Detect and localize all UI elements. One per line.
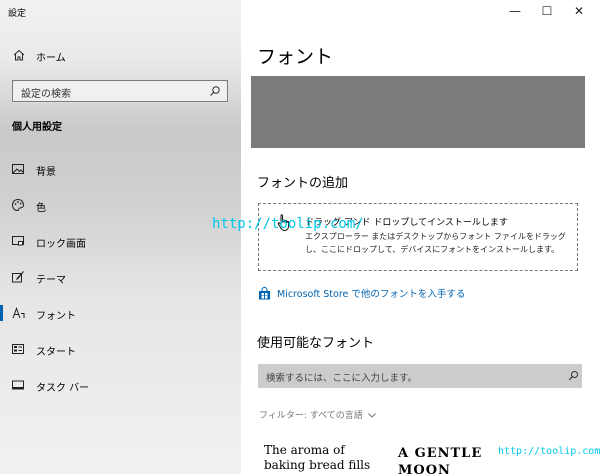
selection-indicator xyxy=(0,305,3,321)
start-menu-icon xyxy=(12,344,24,354)
sidebar-item-themes[interactable]: テーマ xyxy=(0,265,241,289)
main-content: — ☐ ✕ フォント フォントの追加 ドラッグ アンド ドロップしてインストール… xyxy=(241,0,600,474)
image-icon xyxy=(12,164,24,174)
font-search-placeholder: 検索するには、ここに入力します。 xyxy=(266,373,418,384)
close-button[interactable]: ✕ xyxy=(567,4,591,18)
add-fonts-heading: フォントの追加 xyxy=(257,176,349,191)
settings-search-input[interactable]: 設定の検索 xyxy=(11,79,229,103)
sidebar-item-label: 背景 xyxy=(36,167,56,178)
sidebar-item-label: スタート xyxy=(36,347,76,358)
store-link-label: Microsoft Store で他のフォントを入手する xyxy=(277,289,466,300)
font-sample-card[interactable]: A GENTLE MOON LULLS xyxy=(398,445,508,474)
section-title: 個人用設定 xyxy=(12,122,62,133)
available-fonts-heading: 使用可能なフォント xyxy=(257,336,375,351)
font-sample-card[interactable]: The aroma of baking bread fills the air xyxy=(264,443,384,474)
chevron-down-icon xyxy=(367,412,376,418)
sidebar-item-colors[interactable]: 色 xyxy=(0,193,241,217)
search-icon[interactable] xyxy=(209,85,221,97)
minimize-button[interactable]: — xyxy=(503,4,527,18)
microsoft-store-link[interactable]: Microsoft Store で他のフォントを入手する xyxy=(258,285,465,301)
store-bag-icon xyxy=(259,286,270,299)
drop-zone-description: エクスプローラー またはデスクトップからフォント ファイルをドラッグし、ここにド… xyxy=(305,232,566,254)
font-drop-zone[interactable]: ドラッグ アンド ドロップしてインストールします エクスプローラー またはデスク… xyxy=(258,203,578,271)
lock-screen-icon xyxy=(12,236,24,246)
sidebar: 設定 ホーム 設定の検索 個人用設定 背景 色 ロック画面 テーマ フォント ス… xyxy=(0,0,241,474)
sidebar-item-background[interactable]: 背景 xyxy=(0,157,241,181)
search-icon[interactable] xyxy=(568,370,579,381)
sidebar-item-label: タスク バー xyxy=(36,383,90,394)
font-search-input[interactable]: 検索するには、ここに入力します。 xyxy=(258,364,582,388)
sidebar-item-fonts[interactable]: フォント xyxy=(0,301,241,325)
sidebar-item-label: テーマ xyxy=(36,275,66,286)
sidebar-item-start[interactable]: スタート xyxy=(0,337,241,361)
home-icon xyxy=(13,49,25,61)
sidebar-item-lock-screen[interactable]: ロック画面 xyxy=(0,229,241,253)
filter-label: フィルター: すべての言語 xyxy=(259,411,363,421)
taskbar-icon xyxy=(12,380,24,390)
language-filter-dropdown[interactable]: フィルター: すべての言語 xyxy=(259,408,377,421)
font-preview-area xyxy=(251,76,585,148)
sidebar-item-taskbar[interactable]: タスク バー xyxy=(0,373,241,397)
search-placeholder: 設定の検索 xyxy=(21,89,71,100)
sidebar-item-home[interactable]: ホーム xyxy=(0,44,241,68)
font-icon xyxy=(12,307,25,319)
maximize-button[interactable]: ☐ xyxy=(535,4,559,18)
theme-brush-icon xyxy=(12,271,24,283)
watermark-text: http://toolip.com/ xyxy=(498,446,600,457)
sidebar-item-label: 色 xyxy=(36,203,46,214)
app-title: 設定 xyxy=(8,9,27,19)
watermark-text: http://toolip.com/ xyxy=(212,216,364,232)
sidebar-item-label: ロック画面 xyxy=(36,239,86,250)
page-title: フォント xyxy=(257,46,334,68)
palette-icon xyxy=(11,198,25,212)
sidebar-item-label: ホーム xyxy=(36,53,66,64)
sidebar-item-label: フォント xyxy=(36,311,76,322)
